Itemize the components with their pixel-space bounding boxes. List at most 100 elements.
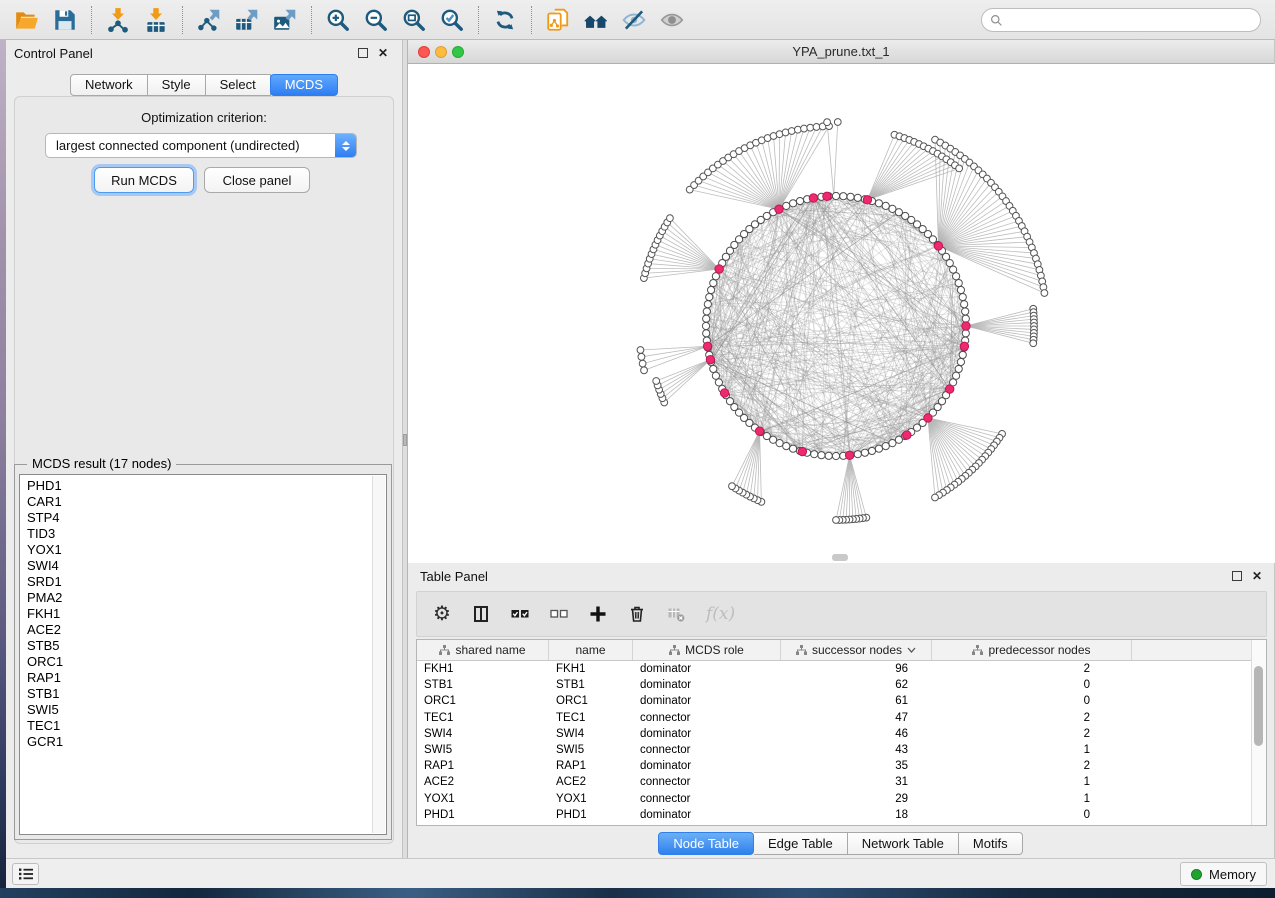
network-node[interactable] — [875, 200, 882, 207]
network-node[interactable] — [832, 192, 839, 199]
deselect-all-button[interactable] — [550, 602, 568, 626]
network-node[interactable] — [712, 273, 719, 280]
mcds-hub-node[interactable] — [903, 431, 911, 439]
network-leaf-node[interactable] — [824, 119, 831, 126]
close-panel-icon[interactable]: ✕ — [378, 48, 388, 58]
network-node[interactable] — [703, 308, 710, 315]
network-node[interactable] — [957, 358, 964, 365]
table-row[interactable]: STB1STB1dominator620 — [417, 677, 1266, 693]
network-leaf-node[interactable] — [932, 494, 939, 501]
network-node[interactable] — [882, 443, 889, 450]
network-node[interactable] — [789, 445, 796, 452]
mcds-hub-node[interactable] — [703, 342, 711, 350]
run-mcds-button[interactable]: Run MCDS — [94, 167, 194, 193]
export-image-button[interactable] — [266, 3, 304, 37]
mcds-result-item[interactable]: TID3 — [27, 526, 368, 542]
network-node[interactable] — [962, 315, 969, 322]
network-node[interactable] — [953, 273, 960, 280]
mcds-result-item[interactable]: PHD1 — [27, 478, 368, 494]
mcds-hub-node[interactable] — [720, 389, 728, 397]
float-panel-icon[interactable] — [358, 48, 368, 58]
network-leaf-node[interactable] — [807, 124, 814, 131]
table-row[interactable]: ACE2ACE2connector311 — [417, 774, 1266, 790]
first-neighbors-button[interactable] — [577, 3, 615, 37]
network-leaf-node[interactable] — [637, 347, 644, 354]
mcds-result-list[interactable]: PHD1CAR1STP4TID3YOX1SWI4SRD1PMA2FKH1ACE2… — [19, 474, 387, 835]
network-node[interactable] — [783, 202, 790, 209]
mcds-result-item[interactable]: SRD1 — [27, 574, 368, 590]
network-node[interactable] — [882, 202, 889, 209]
table-vscrollbar[interactable] — [1251, 640, 1266, 825]
zoom-selected-button[interactable] — [433, 3, 471, 37]
mcds-hub-node[interactable] — [775, 205, 783, 213]
table-row[interactable]: FKH1FKH1dominator962 — [417, 661, 1266, 677]
table-float-icon[interactable] — [1232, 571, 1242, 581]
network-leaf-node[interactable] — [729, 483, 736, 490]
search-input[interactable] — [1009, 13, 1252, 27]
network-leaf-node[interactable] — [794, 126, 801, 133]
network-node[interactable] — [707, 286, 714, 293]
export-table-button[interactable] — [228, 3, 266, 37]
mcds-result-item[interactable]: TEC1 — [27, 718, 368, 734]
mcds-hub-node[interactable] — [863, 196, 871, 204]
network-node[interactable] — [789, 200, 796, 207]
network-node[interactable] — [868, 447, 875, 454]
network-node[interactable] — [962, 308, 969, 315]
import-table-button[interactable] — [137, 3, 175, 37]
network-canvas[interactable] — [408, 64, 1275, 563]
network-node[interactable] — [703, 330, 710, 337]
clone-network-button[interactable] — [539, 3, 577, 37]
mcds-result-item[interactable]: RAP1 — [27, 670, 368, 686]
table-vscrollbar-thumb[interactable] — [1254, 666, 1263, 746]
optimization-criterion-select[interactable]: largest connected component (undirected) — [45, 133, 357, 158]
mcds-hub-node[interactable] — [823, 192, 831, 200]
mcds-result-item[interactable]: SWI5 — [27, 702, 368, 718]
table-row[interactable]: SWI4SWI4dominator462 — [417, 726, 1266, 742]
mcds-result-item[interactable]: PMA2 — [27, 590, 368, 606]
close-panel-button[interactable]: Close panel — [204, 167, 310, 193]
save-session-button[interactable] — [46, 3, 84, 37]
hide-graphics-details-button[interactable] — [615, 3, 653, 37]
show-graphics-details-button[interactable] — [653, 3, 691, 37]
network-leaf-node[interactable] — [1041, 290, 1048, 297]
table-row[interactable]: SWI5SWI5connector431 — [417, 742, 1266, 758]
delete-column-button[interactable] — [628, 602, 646, 626]
mcds-hub-node[interactable] — [845, 451, 853, 459]
mcds-hub-node[interactable] — [798, 447, 806, 455]
network-node[interactable] — [959, 293, 966, 300]
mcds-hub-node[interactable] — [962, 322, 970, 330]
mcds-list-scrollbar[interactable] — [372, 476, 385, 833]
table-row[interactable]: YOX1YOX1connector291 — [417, 791, 1266, 807]
network-node[interactable] — [861, 449, 868, 456]
divider-handle[interactable] — [403, 434, 407, 446]
mcds-result-item[interactable]: STB1 — [27, 686, 368, 702]
network-node[interactable] — [957, 286, 964, 293]
network-node[interactable] — [776, 440, 783, 447]
network-leaf-node[interactable] — [833, 517, 840, 524]
open-file-button[interactable] — [8, 3, 46, 37]
table-row[interactable]: TEC1TEC1connector472 — [417, 710, 1266, 726]
mcds-hub-node[interactable] — [809, 194, 817, 202]
network-node[interactable] — [818, 452, 825, 459]
mcds-result-item[interactable]: SWI4 — [27, 558, 368, 574]
mcds-result-item[interactable]: ORC1 — [27, 654, 368, 670]
network-node[interactable] — [962, 330, 969, 337]
network-node[interactable] — [961, 301, 968, 308]
mcds-result-item[interactable]: STP4 — [27, 510, 368, 526]
mcds-hub-node[interactable] — [924, 414, 932, 422]
network-node[interactable] — [832, 452, 839, 459]
tab-network[interactable]: Network — [70, 74, 148, 96]
tab-node-table[interactable]: Node Table — [658, 832, 754, 855]
automation-panel-button[interactable] — [12, 863, 39, 885]
export-network-button[interactable] — [190, 3, 228, 37]
add-column-button[interactable] — [589, 602, 607, 626]
network-node[interactable] — [840, 193, 847, 200]
mcds-hub-node[interactable] — [755, 427, 763, 435]
network-node[interactable] — [847, 193, 854, 200]
column-header-shared-name[interactable]: shared name — [417, 640, 549, 660]
network-node[interactable] — [704, 301, 711, 308]
network-node[interactable] — [854, 451, 861, 458]
network-node[interactable] — [710, 365, 717, 372]
zoom-in-button[interactable] — [319, 3, 357, 37]
apply-layout-button[interactable] — [486, 3, 524, 37]
